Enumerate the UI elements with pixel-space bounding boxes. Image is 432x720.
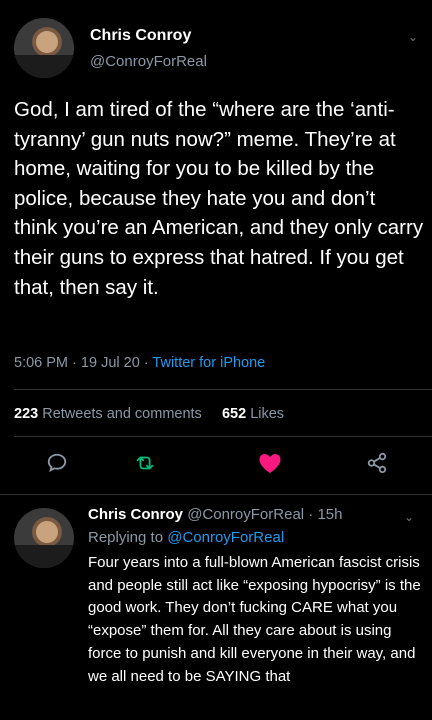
retweet-button[interactable] [134, 452, 156, 479]
tweet-date: 19 Jul 20 [80, 355, 140, 371]
reply-text: Four years into a full-blown American fa… [88, 554, 421, 685]
tweet-time: 5:06 PM [14, 355, 68, 371]
author-name[interactable]: Chris Conroy [88, 506, 183, 523]
author-handle[interactable]: @ConroyForReal [187, 506, 304, 523]
author-name[interactable]: Chris Conroy [90, 27, 191, 45]
reply-header: Chris Conroy @ConroyForReal · 15h [88, 506, 343, 523]
share-button[interactable] [366, 452, 388, 479]
reply-icon [47, 453, 67, 473]
share-icon [367, 452, 387, 474]
avatar[interactable] [14, 18, 74, 78]
heart-icon [259, 454, 281, 473]
divider [0, 494, 432, 495]
likes-count[interactable]: 652 [222, 406, 246, 422]
like-button[interactable] [258, 452, 282, 479]
meta-separator: · [72, 355, 77, 371]
tweet-actions [0, 452, 432, 482]
divider [14, 436, 432, 437]
likes-label[interactable]: Likes [250, 406, 284, 422]
meta-separator: · [308, 506, 314, 523]
tweet-source-link[interactable]: Twitter for iPhone [152, 355, 265, 371]
retweets-count[interactable]: 223 [14, 406, 38, 422]
tweet-meta: 5:06 PM · 19 Jul 20 · Twitter for iPhone [14, 355, 265, 371]
reply-button[interactable] [46, 452, 68, 479]
retweets-label[interactable]: Retweets and comments [42, 406, 202, 422]
chevron-down-icon[interactable]: ⌄ [408, 30, 418, 44]
tweet-time[interactable]: 15h [317, 506, 342, 523]
author-handle[interactable]: @ConroyForReal [90, 53, 207, 70]
retweet-icon [136, 456, 154, 470]
replying-to: Replying to @ConroyForReal [88, 529, 284, 546]
divider [14, 389, 432, 390]
tweet-stats: 223 Retweets and comments 652 Likes [14, 406, 284, 422]
chevron-down-icon[interactable]: ⌄ [404, 510, 414, 524]
replying-handle-link[interactable]: @ConroyForReal [167, 529, 284, 546]
meta-separator: · [143, 355, 149, 371]
tweet-text: God, I am tired of the “where are the ‘a… [14, 98, 424, 299]
replying-prefix: Replying to [88, 529, 164, 546]
avatar[interactable] [14, 508, 74, 568]
